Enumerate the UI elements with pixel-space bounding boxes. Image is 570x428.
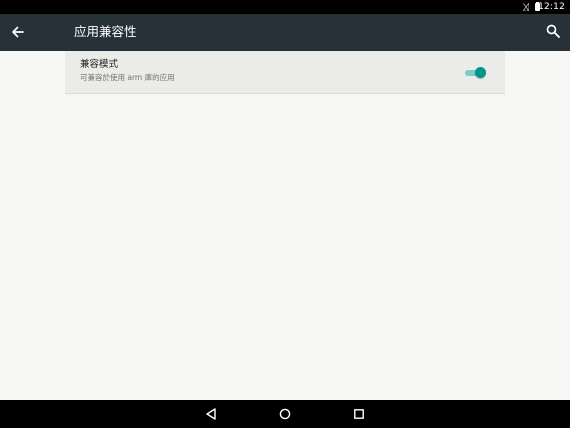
nav-home-icon[interactable] [277, 406, 293, 422]
setting-title: 兼容模式 [80, 59, 119, 70]
nav-back-icon[interactable] [203, 406, 219, 422]
navigation-bar [0, 400, 570, 428]
compat-mode-toggle[interactable] [464, 66, 488, 80]
nav-recents-icon[interactable] [351, 406, 367, 422]
arrow-back-icon[interactable] [9, 23, 27, 41]
app-bar: 应用兼容性 [0, 14, 570, 51]
signal-icon [523, 3, 529, 11]
settings-content: 兼容模式 可兼容於使用 arm 庫的应用 [0, 51, 570, 400]
search-icon[interactable] [545, 23, 561, 39]
compat-mode-row[interactable]: 兼容模式 可兼容於使用 arm 庫的应用 [65, 51, 505, 94]
status-bar: 12:12 [0, 0, 570, 14]
toggle-thumb [475, 67, 486, 78]
setting-summary: 可兼容於使用 arm 庫的应用 [80, 73, 175, 82]
page-title: 应用兼容性 [74, 24, 137, 39]
status-time: 12:12 [538, 2, 565, 12]
